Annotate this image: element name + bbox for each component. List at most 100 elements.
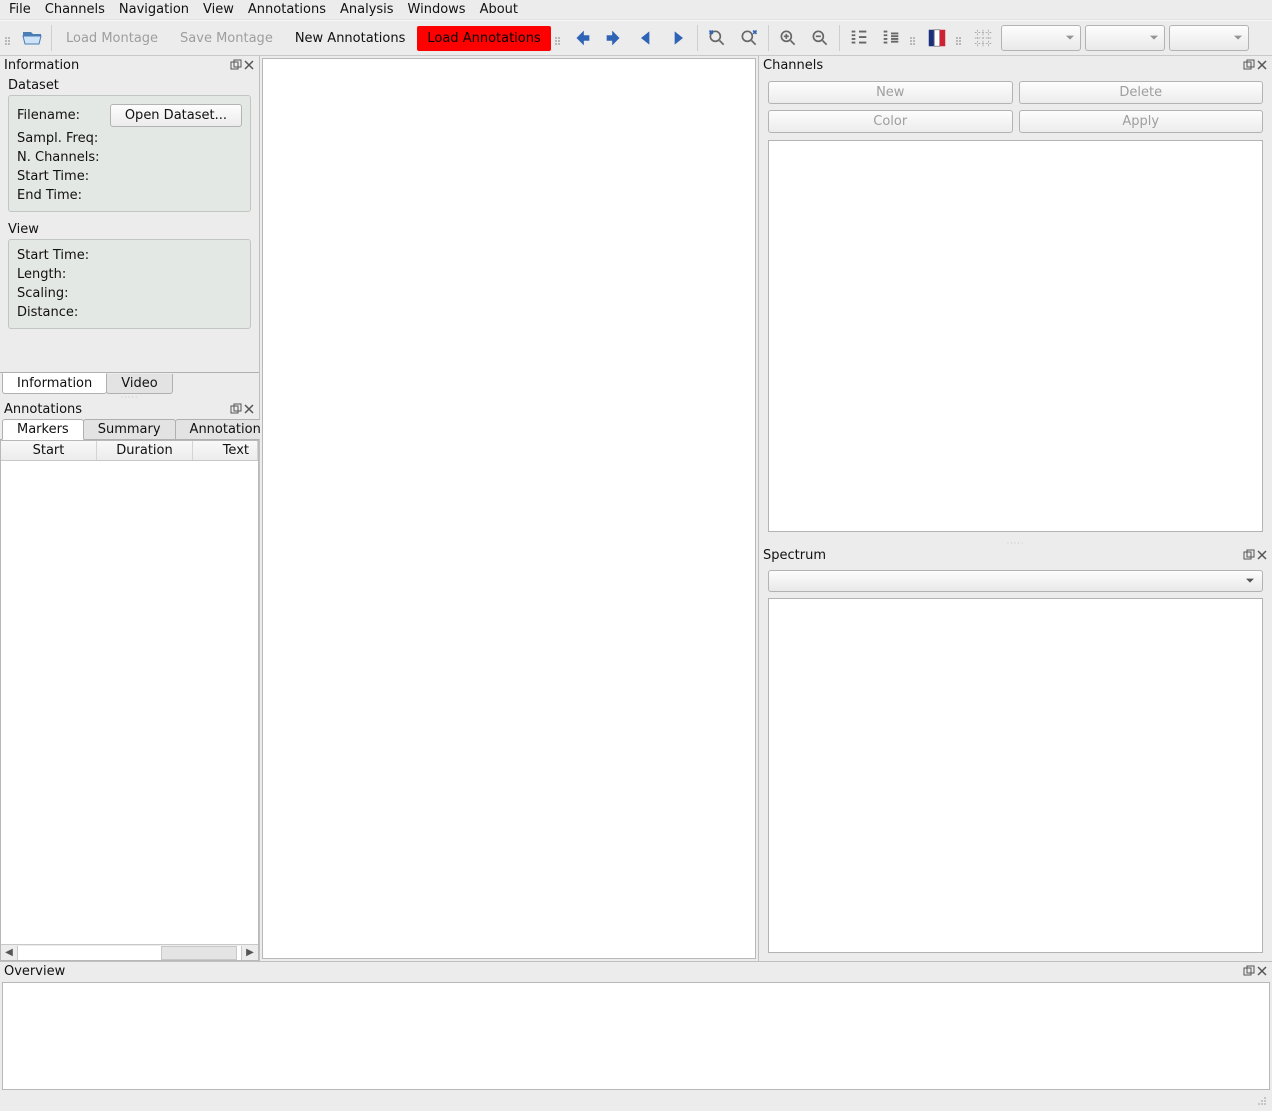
new-annotations-button[interactable]: New Annotations xyxy=(285,26,416,51)
menu-annotations[interactable]: Annotations xyxy=(241,0,333,19)
menu-windows[interactable]: Windows xyxy=(401,0,473,19)
page-next-icon[interactable] xyxy=(599,23,629,53)
annotations-tabs: Markers Summary Annotations xyxy=(0,418,259,440)
center-column xyxy=(260,56,758,961)
load-montage-button[interactable]: Load Montage xyxy=(56,26,168,51)
toolbar-grip[interactable] xyxy=(956,23,964,53)
col-start[interactable]: Start xyxy=(1,441,97,460)
tab-summary[interactable]: Summary xyxy=(83,419,176,439)
toolbar-grip[interactable] xyxy=(910,23,918,53)
menu-channels[interactable]: Channels xyxy=(38,0,112,19)
info-tabs: Information Video xyxy=(0,372,259,394)
channels-panel: Channels New Delete Color Apply xyxy=(759,56,1272,540)
col-text[interactable]: Text xyxy=(193,441,258,460)
view-group: Start Time: Length: Scaling: Distance: xyxy=(8,239,251,329)
information-label: Information xyxy=(4,58,79,73)
load-annotations-button[interactable]: Load Annotations xyxy=(417,26,550,51)
toolbar-separator xyxy=(697,25,698,51)
menu-about[interactable]: About xyxy=(473,0,525,19)
workspace: Information Dataset Filename: Open Datas… xyxy=(0,56,1272,961)
undock-icon[interactable] xyxy=(230,59,242,71)
view-group-label: View xyxy=(0,218,259,239)
x-zoom-in-icon[interactable] xyxy=(702,23,732,53)
view-scaling-label: Scaling: xyxy=(17,286,68,301)
spectrum-plot[interactable] xyxy=(768,598,1263,953)
n-channels-label: N. Channels: xyxy=(17,150,100,165)
statusbar xyxy=(0,1092,1272,1111)
overview-panel: Overview xyxy=(0,961,1272,1092)
toolbar-grip[interactable] xyxy=(555,23,563,53)
toolbar-grip[interactable] xyxy=(5,23,13,53)
y-zoom-out-icon[interactable] xyxy=(805,23,835,53)
undock-icon[interactable] xyxy=(1243,549,1255,561)
right-column: Channels New Delete Color Apply ····· xyxy=(758,56,1272,961)
menu-navigation[interactable]: Navigation xyxy=(112,0,196,19)
sampl-freq-label: Sampl. Freq: xyxy=(17,131,98,146)
menu-view[interactable]: View xyxy=(196,0,241,19)
scroll-left-icon[interactable]: ◀ xyxy=(1,947,17,958)
view-start-time-label: Start Time: xyxy=(17,248,89,263)
channels-apply-button[interactable]: Apply xyxy=(1019,110,1264,133)
spacing-increase-icon[interactable] xyxy=(844,23,874,53)
filename-label: Filename: xyxy=(17,108,80,123)
tab-video[interactable]: Video xyxy=(106,374,172,394)
spectrum-label: Spectrum xyxy=(763,548,826,563)
spectrum-combo[interactable] xyxy=(768,570,1263,592)
toolbar-combo-3[interactable] xyxy=(1169,25,1249,51)
dataset-end-time-label: End Time: xyxy=(17,188,82,203)
undock-icon[interactable] xyxy=(1243,59,1255,71)
dataset-group: Filename: Open Dataset... Sampl. Freq: N… xyxy=(8,95,251,212)
x-zoom-out-icon[interactable] xyxy=(734,23,764,53)
channels-new-button[interactable]: New xyxy=(768,81,1013,104)
step-prev-icon[interactable] xyxy=(631,23,661,53)
annotations-label: Annotations xyxy=(4,402,82,417)
dataset-group-label: Dataset xyxy=(0,74,259,95)
undock-icon[interactable] xyxy=(1243,965,1255,977)
y-zoom-in-icon[interactable] xyxy=(773,23,803,53)
grid-toggle-icon[interactable] xyxy=(968,23,998,53)
step-next-icon[interactable] xyxy=(663,23,693,53)
tab-markers[interactable]: Markers xyxy=(2,419,84,440)
spectrum-panel: Spectrum xyxy=(759,546,1272,961)
close-icon[interactable] xyxy=(1256,549,1268,561)
annotations-panel-title: Annotations xyxy=(0,400,259,418)
tab-information[interactable]: Information xyxy=(2,373,107,394)
toolbar-separator xyxy=(839,25,840,51)
spacing-decrease-icon[interactable] xyxy=(876,23,906,53)
annotations-panel: Annotations Markers Summary Annotations … xyxy=(0,400,259,961)
toolbar-separator xyxy=(51,25,52,51)
menu-analysis[interactable]: Analysis xyxy=(333,0,401,19)
close-icon[interactable] xyxy=(1256,59,1268,71)
overview-canvas[interactable] xyxy=(2,982,1270,1090)
channels-delete-button[interactable]: Delete xyxy=(1019,81,1264,104)
menu-file[interactable]: File xyxy=(2,0,38,19)
scroll-right-icon[interactable]: ▶ xyxy=(242,947,258,958)
toolbar: Load Montage Save Montage New Annotation… xyxy=(0,20,1272,56)
table-header: Start Duration Text xyxy=(1,441,258,461)
view-distance-label: Distance: xyxy=(17,305,78,320)
overview-label: Overview xyxy=(4,964,65,979)
undock-icon[interactable] xyxy=(230,403,242,415)
information-panel-title: Information xyxy=(0,56,259,74)
resize-grip-icon[interactable] xyxy=(1254,1093,1268,1111)
save-montage-button[interactable]: Save Montage xyxy=(170,26,283,51)
color-toggle-icon[interactable] xyxy=(922,23,952,53)
page-prev-icon[interactable] xyxy=(567,23,597,53)
close-icon[interactable] xyxy=(243,59,255,71)
channels-panel-title: Channels xyxy=(759,56,1272,74)
toolbar-combo-1[interactable] xyxy=(1001,25,1081,51)
table-hscrollbar[interactable]: ◀ ▶ xyxy=(1,944,258,960)
table-body[interactable] xyxy=(1,461,258,944)
open-file-icon[interactable] xyxy=(17,23,47,53)
scroll-thumb[interactable] xyxy=(161,946,237,960)
markers-table: Start Duration Text ◀ ▶ xyxy=(0,440,259,961)
col-duration[interactable]: Duration xyxy=(97,441,193,460)
channels-color-button[interactable]: Color xyxy=(768,110,1013,133)
menubar: File Channels Navigation View Annotation… xyxy=(0,0,1272,20)
close-icon[interactable] xyxy=(243,403,255,415)
close-icon[interactable] xyxy=(1256,965,1268,977)
signal-canvas[interactable] xyxy=(262,58,756,959)
channels-listbox[interactable] xyxy=(768,140,1263,532)
toolbar-combo-2[interactable] xyxy=(1085,25,1165,51)
open-dataset-button[interactable]: Open Dataset... xyxy=(110,104,242,127)
